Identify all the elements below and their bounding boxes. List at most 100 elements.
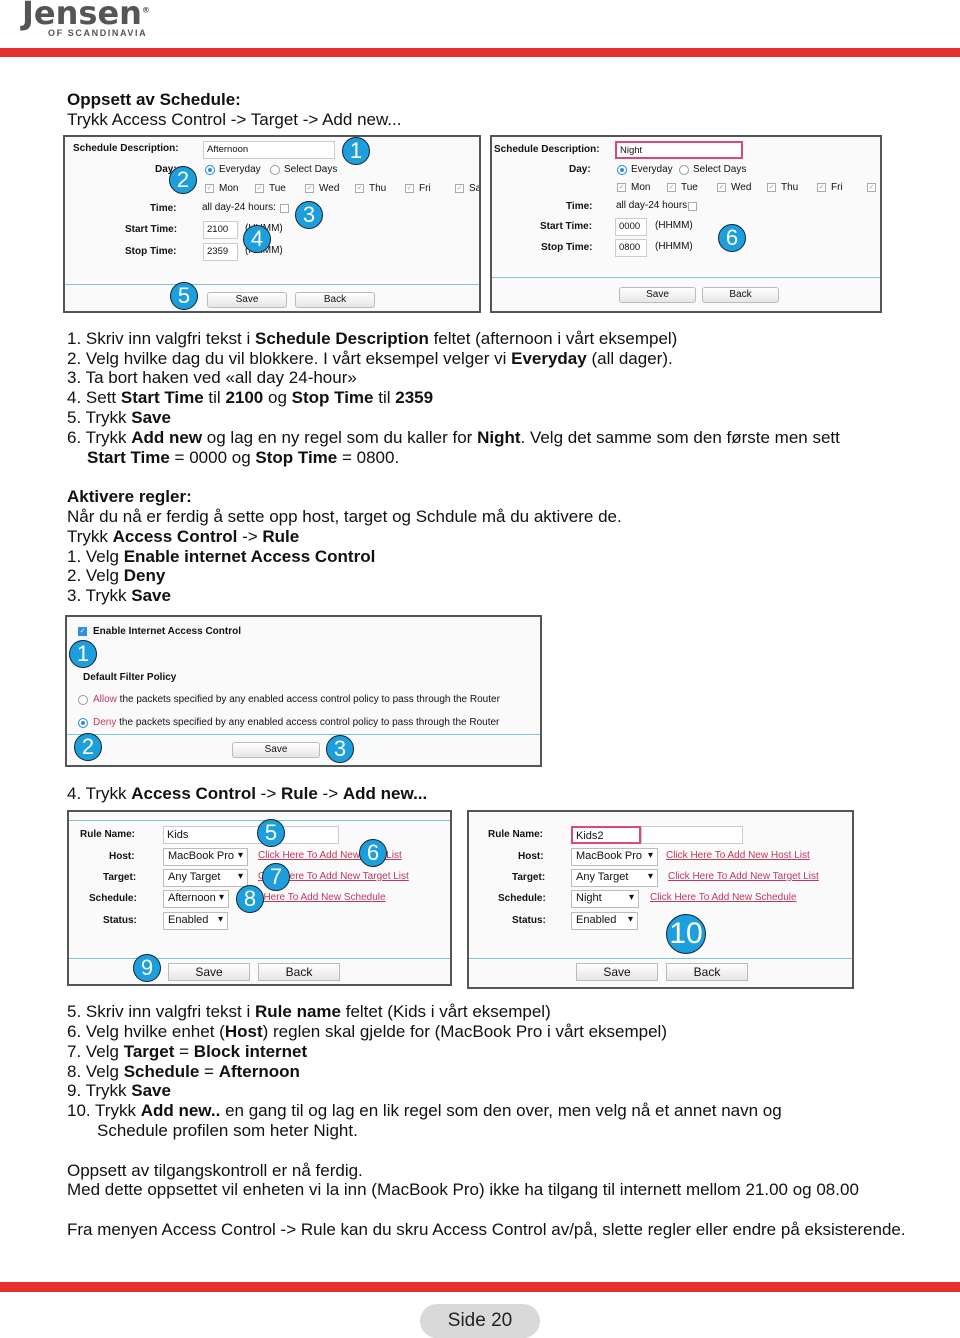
select-days-radio[interactable] — [270, 165, 280, 175]
schedule-description-input[interactable]: Night — [615, 141, 743, 159]
host-select[interactable]: MacBook Pro — [571, 848, 658, 866]
bold-text: Access Control — [112, 527, 238, 546]
enable-access-control-checkbox[interactable]: ✓ — [78, 627, 87, 636]
text: Med dette oppsettet vil enheten vi la in… — [67, 1180, 859, 1199]
bold-text: Aktivere regler: — [67, 487, 192, 506]
label: Target: — [512, 872, 546, 883]
text: Schedule profilen som heter Night. — [97, 1121, 358, 1140]
day-label: Fri — [831, 182, 843, 193]
day-checkbox[interactable]: ✓ — [455, 184, 464, 193]
bold-text: Rule — [262, 527, 300, 546]
status-select[interactable]: Enabled — [571, 912, 638, 930]
day-checkbox[interactable]: ✓ — [355, 184, 364, 193]
status-select[interactable]: Enabled — [163, 912, 228, 930]
label: Host: — [518, 851, 544, 862]
back-button[interactable]: Back — [295, 292, 375, 308]
schedule-select[interactable]: Afternoon — [163, 890, 229, 908]
start-time-input[interactable]: 0000 — [615, 218, 647, 236]
text: . Velg det samme som den første men sett — [520, 428, 840, 447]
everyday-radio[interactable] — [617, 165, 627, 175]
all-day-checkbox[interactable] — [280, 204, 289, 213]
day-checkbox[interactable]: ✓ — [817, 183, 826, 192]
step-badge: 7 — [262, 863, 290, 891]
text-line: Trykk Access Control -> Rule — [67, 527, 299, 547]
select-days-radio[interactable] — [679, 165, 689, 175]
day-checkbox[interactable]: ✓ — [205, 184, 214, 193]
text-line: 1. Skriv inn valgfri tekst i Schedule De… — [67, 329, 677, 349]
deny-option-label: Deny the packets specified by any enable… — [93, 717, 499, 728]
bold-text: Stop Time — [255, 448, 338, 467]
text-line: 2. Velg hvilke dag du vil blokkere. I vå… — [67, 349, 673, 369]
label: Start Time: — [125, 224, 178, 235]
rule-panel-kids: Rule Name: Kids Host: MacBook Pro Click … — [67, 810, 452, 986]
day-checkbox[interactable]: ✓ — [867, 183, 876, 192]
schedule-select[interactable]: Night — [571, 890, 639, 908]
back-button[interactable]: Back — [666, 963, 748, 981]
schedule-description-input[interactable]: Afternoon — [203, 141, 335, 159]
all-day-checkbox[interactable] — [688, 202, 697, 211]
step-badge: 5 — [170, 282, 198, 310]
allow-word: Allow — [93, 694, 117, 705]
day-checkbox[interactable]: ✓ — [255, 184, 264, 193]
schedule-panel-afternoon: Schedule Description: Afternoon Day: Eve… — [63, 135, 481, 313]
save-button[interactable]: Save — [168, 963, 250, 981]
add-host-link[interactable]: Click Here To Add New Host List — [666, 850, 810, 861]
label: all day-24 hours: — [616, 200, 690, 211]
stop-time-input[interactable]: 0800 — [615, 239, 647, 257]
text-line: Aktivere regler: — [67, 487, 192, 507]
start-time-input[interactable]: 2100 — [203, 221, 238, 239]
rule-name-input[interactable]: Kids2 — [571, 826, 641, 844]
save-button[interactable]: Save — [232, 742, 320, 758]
allow-option-label: Allow the packets specified by any enabl… — [93, 694, 500, 705]
text-line: 1. Velg Enable internet Access Control — [67, 547, 375, 567]
bold-text: Schedule Description — [255, 329, 429, 348]
day-checkbox[interactable]: ✓ — [617, 183, 626, 192]
target-select[interactable]: Any Target — [163, 869, 248, 887]
back-button[interactable]: Back — [258, 963, 340, 981]
day-checkbox[interactable]: ✓ — [717, 183, 726, 192]
rule-name-input-rest — [641, 826, 743, 844]
label: Host: — [109, 851, 135, 862]
save-button[interactable]: Save — [207, 292, 287, 308]
rule-name-input[interactable]: Kids — [163, 826, 339, 844]
label: Select Days — [693, 164, 747, 175]
back-button[interactable]: Back — [702, 287, 779, 303]
bold-text: Rule — [280, 784, 318, 803]
add-schedule-link[interactable]: Click Here To Add New Schedule — [650, 892, 797, 903]
text-line: 4. Trykk Access Control -> Rule -> Add n… — [67, 784, 427, 804]
day-checkbox[interactable]: ✓ — [405, 184, 414, 193]
text: 5. Trykk — [67, 408, 132, 427]
bold-text: Afternoon — [218, 1062, 300, 1081]
divider — [469, 958, 852, 959]
target-select[interactable]: Any Target — [571, 869, 658, 887]
bold-text: Host — [224, 1022, 263, 1041]
everyday-radio[interactable] — [205, 165, 215, 175]
text: Fra menyen Access Control -> Rule kan du… — [67, 1220, 906, 1239]
day-label: Wed — [319, 183, 340, 194]
stop-time-input[interactable]: 2359 — [203, 243, 238, 261]
text: -> — [317, 784, 343, 803]
allow-radio[interactable] — [78, 695, 88, 705]
save-button[interactable]: Save — [619, 287, 696, 303]
day-checkbox[interactable]: ✓ — [667, 183, 676, 192]
label: Target: — [103, 872, 137, 883]
header-bar — [0, 48, 960, 57]
label: Everyday — [631, 164, 673, 175]
rule-panel-kids2: Rule Name: Kids2 Host: MacBook Pro Click… — [467, 810, 854, 989]
host-select[interactable]: MacBook Pro — [163, 848, 248, 866]
step-badge: 3 — [326, 735, 354, 763]
text-line: 9. Trykk Save — [67, 1081, 171, 1101]
text-line: Trykk Access Control -> Target -> Add ne… — [67, 110, 401, 130]
label: Everyday — [219, 164, 261, 175]
add-target-link[interactable]: Click Here To Add New Target List — [668, 871, 819, 882]
day-label: Thu — [781, 182, 799, 193]
text: 6. Trykk — [67, 428, 132, 447]
label: the packets specified by any enabled acc… — [116, 717, 500, 728]
day-checkbox[interactable]: ✓ — [767, 183, 776, 192]
bold-text: Stop Time — [291, 388, 374, 407]
day-checkbox[interactable]: ✓ — [305, 184, 314, 193]
label: Schedule: — [498, 893, 546, 904]
step-badge: 10 — [666, 914, 706, 954]
save-button[interactable]: Save — [576, 963, 658, 981]
deny-radio[interactable] — [78, 718, 88, 728]
